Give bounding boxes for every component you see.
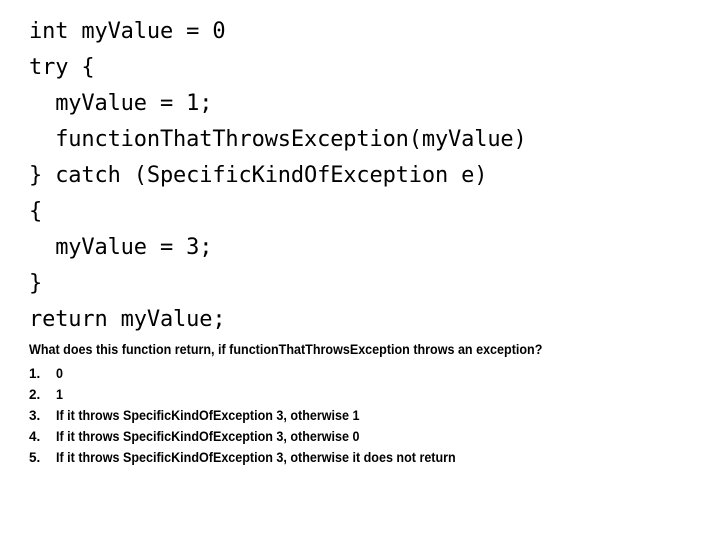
answer-option-5[interactable]: 5. If it throws SpecificKindOfException 3… [29,447,699,468]
answer-label: 0 [56,366,63,381]
code-line: } [29,271,43,296]
answer-number: 2. [29,387,41,402]
answer-number: 5. [29,450,41,465]
code-line: { [29,199,43,224]
answer-option-4[interactable]: 4. If it throws SpecificKindOfException 3… [29,426,699,447]
answer-number: 4. [29,429,41,444]
answer-number: 3. [29,408,41,423]
code-line: myValue = 3; [29,235,213,260]
question-prompt: What does this function return, if funct… [29,342,543,357]
code-line: functionThatThrowsException(myValue) [29,127,527,152]
code-line: return myValue; [29,307,226,332]
code-line: int myValue = 0 [29,19,226,44]
code-line: } catch (SpecificKindOfException e) [29,163,488,188]
code-block: int myValue = 0 try { myValue = 1; funct… [29,14,689,338]
code-line: myValue = 1; [29,91,213,116]
slide-canvas: int myValue = 0 try { myValue = 1; funct… [0,0,720,540]
answer-options-list: 1. 0 2. 1 3. If it throws SpecificKindOfExc… [29,363,699,468]
code-line: try { [29,55,95,80]
answer-label: If it throws SpecificKindOfException 3, … [56,429,360,444]
answer-label: 1 [56,387,63,402]
answer-option-2[interactable]: 2. 1 [29,384,699,405]
answer-option-3[interactable]: 3. If it throws SpecificKindOfException 3… [29,405,699,426]
answer-label: If it throws SpecificKindOfException 3, … [56,450,456,465]
answer-number: 1. [29,366,41,381]
answer-label: If it throws SpecificKindOfException 3, … [56,408,360,423]
answer-option-1[interactable]: 1. 0 [29,363,699,384]
